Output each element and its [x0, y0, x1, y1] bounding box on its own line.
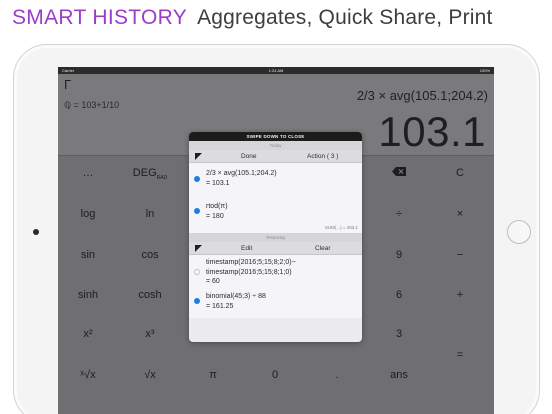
selected-check-icon[interactable]: [194, 298, 200, 304]
entry-result: = 103.1: [206, 179, 230, 187]
clear-key[interactable]: C: [430, 167, 490, 179]
history-toolbar: Done Action ( 3 ): [189, 150, 362, 163]
divide-key[interactable]: ÷: [369, 208, 429, 220]
done-button[interactable]: Done: [241, 150, 257, 163]
headline: SMART HISTORY Aggregates, Quick Share, P…: [12, 6, 493, 36]
entry-expression: rtod(π): [206, 203, 228, 210]
action-button[interactable]: Action ( 3 ): [307, 150, 338, 163]
three-key[interactable]: 3: [369, 328, 429, 340]
status-bar: Carrier 1:24 AM 100%: [58, 67, 494, 74]
multiply-key[interactable]: ×: [430, 208, 490, 220]
corner-icon: [195, 153, 202, 160]
sqrt-key[interactable]: √x: [120, 369, 180, 381]
deg-label: DEG: [132, 167, 157, 179]
backspace-icon[interactable]: [369, 167, 429, 179]
history-sheet[interactable]: SWIPE DOWN TO CLOSE Today Done Action ( …: [189, 132, 362, 342]
sinh-key[interactable]: sinh: [58, 289, 118, 301]
history-entry[interactable]: rtod(π) = 180: [189, 196, 362, 223]
more-key[interactable]: …: [58, 167, 118, 179]
home-button[interactable]: [507, 220, 531, 244]
corner-icon: [195, 245, 202, 252]
headline-accent: SMART HISTORY: [12, 6, 188, 29]
gamma-icon[interactable]: Γ: [64, 77, 71, 92]
minus-key[interactable]: −: [430, 249, 490, 261]
today-section-label: Today: [189, 141, 362, 150]
history-entry[interactable]: binomial(45;3) ÷ 88 = 161.25: [189, 288, 362, 318]
swipe-hint[interactable]: SWIPE DOWN TO CLOSE: [189, 132, 362, 141]
entry-result: = 161.25: [206, 302, 234, 310]
selected-check-icon[interactable]: [194, 208, 200, 214]
history-entry[interactable]: 2/3 × avg(105.1;204.2) = 103.1: [189, 163, 362, 196]
clock-label: 1:24 AM: [268, 68, 284, 73]
entry-expression: timestamp(2016;5;15;8;2;0)−: [206, 259, 296, 266]
ln-key[interactable]: ln: [120, 208, 180, 220]
memory-line: ℚ = 103+1/10: [64, 100, 120, 110]
cos-key[interactable]: cos: [120, 249, 180, 261]
sin-key[interactable]: sin: [58, 249, 118, 261]
expression-line: 2/3 × avg(105.1;204.2): [356, 88, 488, 103]
entry-expression-cont: timestamp(2016;5;15;8;1;0): [206, 268, 292, 276]
selected-check-icon[interactable]: [194, 176, 200, 182]
headline-features: Aggregates, Quick Share, Print: [197, 6, 493, 29]
decimal-key[interactable]: .: [307, 369, 367, 381]
yesterday-section-label: Yesterday: [189, 233, 362, 242]
camera-icon: [33, 229, 39, 235]
sum-aggregate: SUM(...) = 283.1: [189, 223, 362, 233]
rad-sub-label: RAD: [156, 175, 168, 182]
battery-label: 100%: [479, 68, 490, 73]
cube-key[interactable]: x³: [120, 328, 180, 340]
entry-expression: binomial(45;3) ÷ 88: [206, 293, 266, 300]
entry-expression: 2/3 × avg(105.1;204.2): [206, 170, 277, 177]
log-key[interactable]: log: [58, 208, 118, 220]
zero-key[interactable]: 0: [245, 369, 305, 381]
history-toolbar-yesterday: Edit Clear: [189, 242, 362, 255]
square-key[interactable]: x²: [58, 328, 118, 340]
equals-key[interactable]: =: [430, 349, 490, 361]
six-key[interactable]: 6: [369, 289, 429, 301]
unselected-check-icon[interactable]: [194, 269, 200, 275]
pi-key[interactable]: π: [183, 369, 243, 381]
cosh-key[interactable]: cosh: [120, 289, 180, 301]
entry-result: = 60: [206, 278, 220, 285]
app-store-screenshot: SMART HISTORY Aggregates, Quick Share, P…: [0, 0, 552, 414]
deg-rad-key[interactable]: DEGRAD: [120, 167, 180, 181]
history-entry[interactable]: timestamp(2016;5;15;8;2;0)− timestamp(20…: [189, 255, 362, 288]
nine-key[interactable]: 9: [369, 249, 429, 261]
edit-button[interactable]: Edit: [241, 242, 252, 255]
clear-button[interactable]: Clear: [315, 242, 331, 255]
entry-result: = 180: [206, 212, 224, 220]
result-value: 103.1: [378, 108, 486, 155]
plus-key[interactable]: +: [430, 289, 490, 301]
nth-root-key[interactable]: ˣ√x: [58, 369, 118, 381]
ans-key[interactable]: ans: [369, 369, 429, 381]
